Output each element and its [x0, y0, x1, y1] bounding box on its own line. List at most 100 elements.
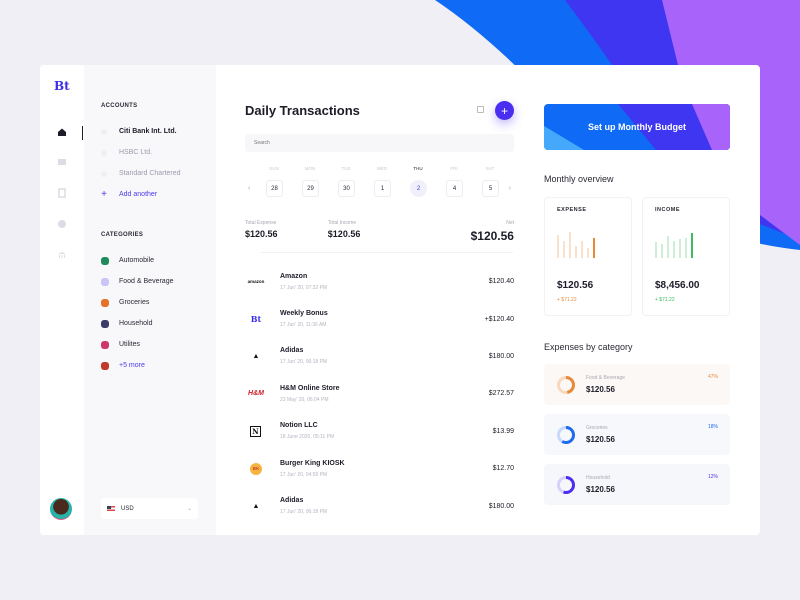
transaction-info: Weekly Bonus 17 Jun' 20, 11:36 AM [280, 310, 328, 328]
bank-icon [101, 170, 107, 177]
category-percent: 18% [707, 424, 718, 430]
day-number: 30 [338, 180, 355, 197]
donut-chart-icon [557, 425, 575, 444]
setup-budget-button[interactable]: Set up Monthly Budget [544, 104, 730, 150]
accounts-heading: ACCOUNTS [101, 103, 138, 109]
transaction-row[interactable]: amazon Amazon 17 Jun' 20, 07:32 PM $120.4… [245, 263, 514, 300]
day-item[interactable]: MON 29 [302, 166, 319, 197]
transaction-list: amazon Amazon 17 Jun' 20, 07:32 PM $120.4… [245, 263, 514, 525]
search-input[interactable] [245, 134, 514, 152]
merchant-logo-icon: N [250, 425, 261, 437]
transaction-row[interactable]: H&M H&M Online Store 23 May' 20, 06:04 PM… [245, 375, 514, 412]
account-item[interactable]: Citi Bank Int. Ltd. [101, 121, 216, 142]
overview-cards: EXPENSE $120.56 + $71.22 INCOME $8,456.0… [544, 197, 730, 316]
day-item[interactable]: WED 1 [374, 166, 391, 197]
category-cards: Food & Beverage $120.56 47% Groceries $120… [544, 364, 730, 505]
chevron-left-icon[interactable]: ‹ [248, 185, 250, 192]
day-name: FRI [450, 166, 458, 171]
user-avatar[interactable] [50, 498, 72, 520]
chart-bar [685, 237, 687, 258]
transaction-row[interactable]: N Notion LLC 18 June 2020, 05:11 PM $13.9… [245, 413, 514, 450]
transaction-info: Adidas 17 Jun' 20, 06:18 PM [280, 497, 327, 515]
category-item[interactable]: Food & Beverage [101, 271, 216, 292]
day-item[interactable]: FRI 4 [446, 166, 463, 197]
category-label: Household [586, 475, 610, 481]
account-item[interactable]: HSBC Ltd. [101, 142, 216, 163]
category-item[interactable]: Household [101, 313, 216, 334]
income-card: INCOME $8,456.00 + $71.22 [642, 197, 730, 316]
chart-bar [569, 231, 571, 258]
bank-icon[interactable] [56, 249, 68, 261]
app-window: Bt ACCOUNTS Citi Bank Int. Ltd. HSBC Ltd… [40, 65, 760, 535]
chevron-right-icon[interactable]: › [509, 185, 511, 192]
page-title: Daily Transactions [245, 103, 360, 118]
transaction-name: Amazon [280, 272, 308, 280]
income-delta: + $71.22 [655, 297, 675, 303]
category-label: Groceries [586, 425, 608, 431]
day-number: 2 [410, 180, 427, 197]
categories-heading: CATEGORIES [101, 232, 144, 238]
category-icon [101, 298, 109, 307]
transaction-row[interactable]: Bt Weekly Bonus 17 Jun' 20, 11:36 AM +$12… [245, 300, 514, 337]
active-indicator [82, 126, 83, 140]
total-expense-value: $120.56 [245, 229, 278, 239]
expense-value: $120.56 [557, 280, 594, 291]
home-icon[interactable] [56, 126, 68, 138]
chart-bar [673, 240, 675, 258]
category-card[interactable]: Household $120.56 12% [544, 464, 730, 505]
bank-icon [101, 128, 107, 135]
more-categories-link[interactable]: +5 more [101, 355, 216, 376]
category-icon [101, 256, 109, 265]
transaction-row[interactable]: ▲ Adidas 17 Jun' 20, 06:18 PM $180.00 [245, 487, 514, 524]
transaction-date: 17 Jun' 20, 07:32 PM [280, 284, 328, 291]
category-item[interactable]: Utilites [101, 334, 216, 355]
chart-bar [679, 239, 681, 258]
day-name: THU [413, 166, 423, 171]
transaction-row[interactable]: BK Burger King KIOSK 17 Jun' 20, 04:59 PM… [245, 450, 514, 487]
sidebar: ACCOUNTS Citi Bank Int. Ltd. HSBC Ltd. S… [82, 65, 216, 535]
category-item[interactable]: Automobile [101, 250, 216, 271]
account-item[interactable]: Standard Chartered [101, 163, 216, 184]
transaction-date: 17 Jun' 20, 04:59 PM [280, 471, 328, 478]
day-item[interactable]: SUN 28 [266, 166, 283, 197]
category-label: Food & Beverage [586, 375, 625, 381]
category-value: $120.56 [586, 435, 615, 444]
chevron-down-icon: ⌄ [186, 506, 192, 512]
net-total: Net $120.56 [471, 220, 514, 243]
income-value: $8,456.00 [655, 280, 700, 291]
transaction-date: 18 June 2020, 05:11 PM [280, 434, 335, 441]
transaction-row[interactable]: ▲ Adidas 17 Jun' 20, 06:18 PM $180.00 [245, 338, 514, 375]
account-label: Citi Bank Int. Ltd. [119, 128, 177, 135]
day-item[interactable]: THU 2 [410, 166, 427, 197]
chart-bar [667, 236, 669, 258]
day-number: 4 [446, 180, 463, 197]
transaction-info: Adidas 17 Jun' 20, 06:18 PM [280, 347, 327, 365]
category-item[interactable]: Groceries [101, 292, 216, 313]
day-item[interactable]: TUE 30 [338, 166, 355, 197]
day-item[interactable]: SAT 5 [482, 166, 499, 197]
transaction-date: 23 May' 20, 06:04 PM [280, 396, 329, 403]
document-icon[interactable] [56, 187, 68, 199]
day-name: SUN [269, 166, 279, 171]
account-label: HSBC Ltd. [119, 149, 153, 156]
category-card[interactable]: Food & Beverage $120.56 47% [544, 364, 730, 405]
add-transaction-button[interactable]: + [495, 101, 514, 120]
wallet-icon[interactable] [56, 156, 68, 168]
category-icon [101, 340, 109, 349]
chart-pie-icon[interactable] [56, 218, 68, 230]
chart-bar [557, 234, 559, 258]
overview-panel: Set up Monthly Budget Monthly overview E… [544, 104, 730, 514]
us-flag-icon [107, 506, 115, 511]
category-card[interactable]: Groceries $120.56 18% [544, 414, 730, 455]
day-list: SUN 28 MON 29 TUE 30 WED 1 THU 2 FRI 4 SAT 5 [245, 166, 514, 197]
budget-label: Set up Monthly Budget [588, 122, 686, 132]
merchant-logo-icon: H&M [248, 390, 264, 398]
chart-bar [661, 243, 663, 258]
more-label: +5 more [119, 362, 145, 369]
transaction-name: H&M Online Store [280, 384, 340, 392]
add-account-button[interactable]: + Add another [101, 184, 216, 205]
currency-select[interactable]: USD ⌄ [101, 498, 198, 519]
total-expense-label: Total Expense [245, 220, 277, 226]
transaction-date: 17 Jun' 20, 06:18 PM [280, 359, 328, 366]
calendar-icon[interactable] [477, 106, 484, 113]
